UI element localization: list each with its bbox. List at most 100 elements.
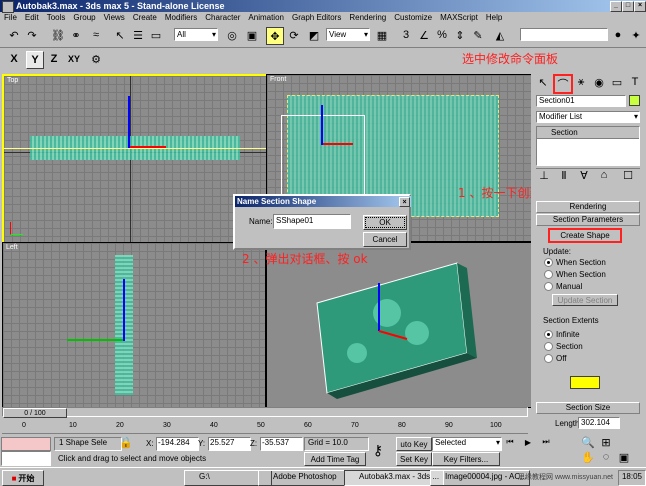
time-slider-thumb[interactable]: 0 / 100 xyxy=(3,408,67,418)
radio-section-boundary[interactable]: Section xyxy=(544,342,583,351)
select-by-name-icon[interactable]: ☰ xyxy=(130,27,146,43)
select-object-icon[interactable]: ↖ xyxy=(112,27,128,43)
key-mode-dropdown[interactable]: Selected ▾ xyxy=(432,437,502,451)
menu-create[interactable]: Create xyxy=(133,12,157,24)
axis-z-button[interactable]: Z xyxy=(46,51,62,67)
section-color-swatch[interactable] xyxy=(570,376,600,389)
minimize-button[interactable]: _ xyxy=(610,1,622,12)
maxscript-listener[interactable] xyxy=(1,437,51,451)
named-selection-icon[interactable]: ✎ xyxy=(470,27,486,43)
snap-icon[interactable]: 3 xyxy=(398,27,414,43)
material-editor-icon[interactable]: ● xyxy=(610,27,626,43)
spinner-snap-icon[interactable]: ⇕ xyxy=(452,27,468,43)
axis-y-button[interactable]: Y xyxy=(26,51,44,69)
bind-spacewarp-icon[interactable]: ≈ xyxy=(88,27,104,43)
window-crossing-icon[interactable]: ▣ xyxy=(244,27,260,43)
arc-rotate-icon[interactable]: ◌ xyxy=(598,451,614,463)
menu-modifiers[interactable]: Modifiers xyxy=(165,12,197,24)
move-icon[interactable]: ✥ xyxy=(266,27,284,45)
remove-modifier-icon[interactable]: ⌂ xyxy=(596,169,612,181)
modifier-stack[interactable]: Section xyxy=(536,126,640,166)
x-coordinate-field[interactable]: -194.284 xyxy=(156,437,199,451)
zoom-all-icon[interactable]: ⊞ xyxy=(598,436,614,449)
cancel-button[interactable]: Cancel xyxy=(363,232,407,247)
select-region-icon[interactable]: ◎ xyxy=(224,27,240,43)
z-coordinate-field[interactable]: -35.537 xyxy=(260,437,303,451)
create-shape-button[interactable]: Create Shape xyxy=(548,228,622,243)
track-bar[interactable]: 0 10 20 30 40 50 60 70 80 90 100 xyxy=(2,418,528,434)
maximize-button[interactable]: □ xyxy=(622,1,634,12)
menu-group[interactable]: Group xyxy=(73,12,95,24)
radio-when-section-moves[interactable]: When Section xyxy=(544,258,606,267)
utilities-tab-icon[interactable]: T xyxy=(627,74,643,90)
menu-animation[interactable]: Animation xyxy=(248,12,284,24)
rect-selection-icon[interactable]: ▭ xyxy=(148,27,164,43)
motion-tab-icon[interactable]: ◉ xyxy=(591,74,607,90)
make-unique-icon[interactable]: ∀ xyxy=(576,169,592,182)
menu-rendering[interactable]: Rendering xyxy=(349,12,386,24)
start-button[interactable]: ■ 开始 xyxy=(2,470,44,486)
time-slider[interactable]: 0 / 100 xyxy=(2,407,528,418)
menu-help[interactable]: Help xyxy=(486,12,502,24)
radio-off[interactable]: Off xyxy=(544,354,567,363)
menu-customize[interactable]: Customize xyxy=(394,12,432,24)
create-tab-icon[interactable]: ↖ xyxy=(535,74,551,90)
update-section-button[interactable]: Update Section xyxy=(552,294,618,306)
scale-icon[interactable]: ◩ xyxy=(306,27,322,43)
play-icon[interactable]: ▶ xyxy=(520,436,536,448)
undo-icon[interactable]: ↶ xyxy=(6,27,22,43)
named-selection-set-field[interactable] xyxy=(520,28,608,41)
auto-key-button[interactable]: uto Key xyxy=(396,437,432,451)
menu-edit[interactable]: Edit xyxy=(25,12,39,24)
redo-icon[interactable]: ↷ xyxy=(24,27,40,43)
zoom-icon[interactable]: 🔍 xyxy=(580,436,596,449)
ref-coord-dropdown[interactable]: View ▾ xyxy=(326,28,370,41)
pivot-icon[interactable]: ▦ xyxy=(374,27,390,43)
object-name-field[interactable]: Section01 xyxy=(536,95,626,107)
render-icon[interactable]: ✦ xyxy=(628,27,644,43)
pan-icon[interactable]: ✋ xyxy=(580,451,596,464)
configure-sets-icon[interactable]: ☐ xyxy=(620,169,636,182)
pin-stack-icon[interactable]: ⊥ xyxy=(536,169,552,182)
dialog-close-icon[interactable]: × xyxy=(399,197,410,207)
modify-tab-icon[interactable]: ⌒ xyxy=(553,74,573,94)
display-tab-icon[interactable]: ▭ xyxy=(609,74,625,90)
lock-icon[interactable]: 🔒 xyxy=(118,436,134,449)
hierarchy-tab-icon[interactable]: ⚹ xyxy=(573,74,589,90)
rollout-section-size[interactable]: Section Size xyxy=(536,402,640,414)
menu-maxscript[interactable]: MAXScript xyxy=(440,12,478,24)
menu-graph-editors[interactable]: Graph Editors xyxy=(292,12,341,24)
gear-icon[interactable]: ⚙ xyxy=(88,51,104,67)
set-key-button[interactable]: Set Key xyxy=(396,452,432,466)
mirror-icon[interactable]: ◭ xyxy=(492,27,508,43)
menu-tools[interactable]: Tools xyxy=(47,12,66,24)
show-end-result-icon[interactable]: Ⅱ xyxy=(556,169,572,182)
rotate-icon[interactable]: ⟳ xyxy=(286,27,302,43)
key-icon[interactable]: ⚷ xyxy=(370,442,386,458)
goto-end-icon[interactable]: ⏭ xyxy=(538,436,554,448)
modifier-list-dropdown[interactable]: Modifier List ▾ xyxy=(536,111,640,123)
maxscript-mini[interactable] xyxy=(1,451,51,466)
viewport-top[interactable]: Top xyxy=(2,74,268,244)
menu-file[interactable]: File xyxy=(4,12,17,24)
ok-button[interactable]: OK xyxy=(363,215,407,230)
percent-snap-icon[interactable]: % xyxy=(434,27,450,43)
angle-snap-icon[interactable]: ∠ xyxy=(416,27,432,43)
stack-item-section[interactable]: Section xyxy=(537,127,639,139)
object-color-swatch[interactable] xyxy=(629,95,640,106)
key-filters-button[interactable]: Key Filters... xyxy=(432,452,500,466)
maximize-viewport-icon[interactable]: ▣ xyxy=(616,451,632,464)
link-icon[interactable]: ⛓ xyxy=(50,27,66,43)
selection-filter-dropdown[interactable]: All ▾ xyxy=(174,28,218,41)
axis-x-button[interactable]: X xyxy=(6,51,22,67)
task-3dsmax[interactable]: Autobak3.max - 3ds ... xyxy=(344,470,444,486)
y-coordinate-field[interactable]: 25.527 xyxy=(208,437,251,451)
add-time-tag-button[interactable]: Add Time Tag xyxy=(304,452,366,466)
menu-character[interactable]: Character xyxy=(205,12,240,24)
close-button[interactable]: × xyxy=(634,1,646,12)
axis-xy-button[interactable]: XY xyxy=(66,51,82,67)
rollout-section-parameters[interactable]: Section Parameters xyxy=(536,214,640,226)
unlink-icon[interactable]: ⚭ xyxy=(68,27,84,43)
menu-views[interactable]: Views xyxy=(104,12,125,24)
dialog-name-input[interactable]: SShape01 xyxy=(273,214,351,229)
